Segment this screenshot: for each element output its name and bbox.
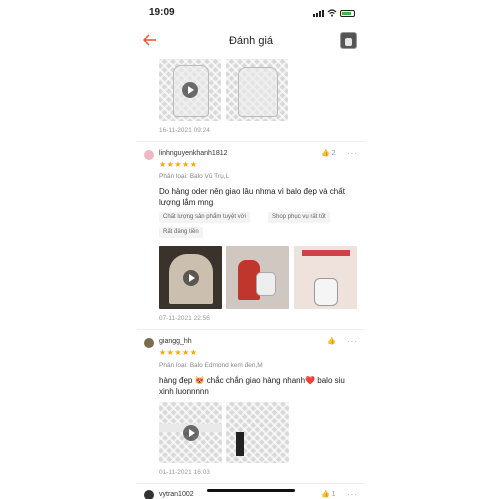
- like-button[interactable]: 👍: [327, 337, 336, 345]
- avatar: [144, 338, 154, 348]
- play-icon[interactable]: [182, 82, 198, 98]
- signal-icon: [313, 9, 324, 17]
- avatar: [144, 150, 154, 160]
- like-count: 1: [331, 491, 336, 498]
- page-title: Đánh giá: [228, 35, 274, 47]
- like-button[interactable]: 👍 2: [321, 149, 336, 157]
- review-date: 01-11-2021 16:03: [159, 469, 210, 476]
- review-text: Do hàng oder nên giao lâu nhma vì balo đ…: [159, 187, 345, 207]
- play-icon[interactable]: [182, 269, 199, 286]
- review-date: 07-11-2021 22:56: [159, 315, 210, 322]
- wifi-icon: [327, 9, 337, 17]
- review-image[interactable]: [159, 402, 222, 463]
- review-image[interactable]: [159, 59, 221, 121]
- divider: [137, 329, 365, 330]
- review-image[interactable]: [226, 59, 288, 121]
- top-bar: Đánh giá: [137, 26, 365, 58]
- review-image[interactable]: [226, 246, 289, 309]
- home-indicator[interactable]: [207, 489, 295, 492]
- divider: [137, 141, 365, 142]
- review-image[interactable]: [294, 246, 357, 309]
- product-thumbnail[interactable]: [340, 32, 357, 49]
- like-button[interactable]: 👍 1: [321, 490, 336, 498]
- status-time: 19:09: [149, 7, 175, 18]
- divider: [137, 483, 365, 484]
- review-tag: Shop phục vụ rất tốt: [268, 212, 330, 223]
- review-tag: Chất lượng sản phẩm tuyệt vời: [159, 212, 250, 223]
- more-options-icon[interactable]: ···: [347, 337, 358, 346]
- review-text: hàng đẹp 😻 chắc chắn giao hàng nhanh❤️ b…: [159, 376, 345, 396]
- status-icons: [313, 9, 355, 17]
- review-image[interactable]: [159, 246, 222, 309]
- review-image[interactable]: [226, 402, 289, 463]
- phone-screen: 19:09 Đánh giá 16-11-2021 09:24 linhnguy…: [137, 0, 365, 499]
- thumbs-up-icon: 👍: [321, 150, 330, 157]
- product-variant: Phân loại: Balo Vũ Trụ,L: [159, 173, 230, 180]
- rating-stars: ★★★★★: [159, 160, 198, 169]
- thumbs-up-icon: 👍: [321, 491, 330, 498]
- avatar: [144, 490, 154, 499]
- status-bar: 19:09: [137, 0, 365, 26]
- review-date: 16-11-2021 09:24: [159, 127, 210, 134]
- like-count: 2: [331, 150, 336, 157]
- rating-stars: ★★★★★: [159, 348, 198, 357]
- product-variant: Phân loại: Balo Edmond kem đen,M: [159, 362, 263, 369]
- thumbs-up-icon: 👍: [327, 338, 336, 345]
- review-username: giangg_hh: [159, 338, 192, 345]
- review-username: linhnguyenkhanh1812: [159, 150, 228, 157]
- more-options-icon[interactable]: ···: [347, 490, 358, 499]
- more-options-icon[interactable]: ···: [347, 149, 358, 158]
- play-icon[interactable]: [182, 424, 199, 441]
- battery-icon: [340, 9, 355, 17]
- review-tag: Rất đáng tiền: [159, 227, 203, 238]
- review-username: vytran1002: [159, 491, 194, 498]
